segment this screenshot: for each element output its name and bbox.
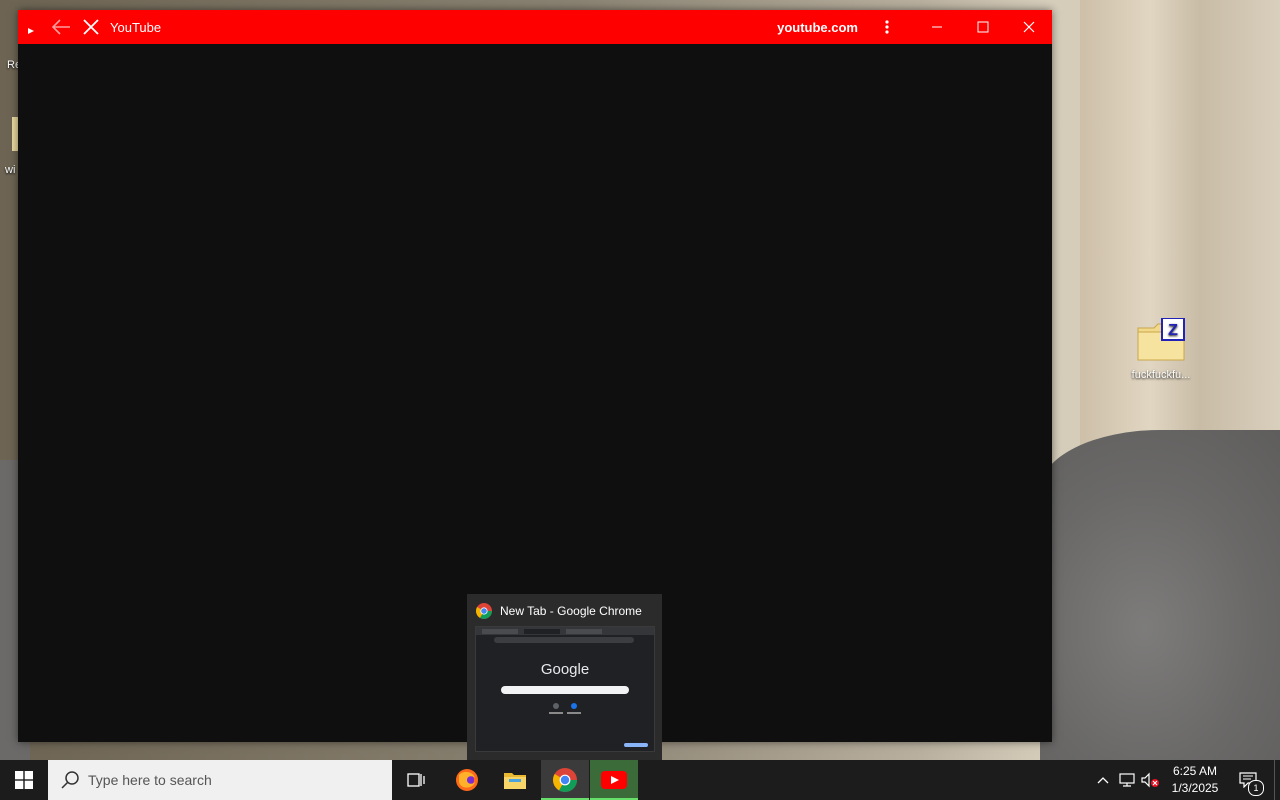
clock-date: 1/3/2025 (1171, 781, 1219, 795)
minimize-icon (932, 26, 942, 28)
volume-muted-icon (1141, 772, 1159, 788)
firefox-icon (456, 769, 478, 791)
show-desktop-button[interactable] (1274, 760, 1280, 800)
thumbnail-omnibox (494, 637, 634, 643)
chevron-up-icon (1097, 777, 1109, 784)
thumbnail-shortcut-label (549, 712, 563, 714)
chrome-icon (476, 603, 492, 624)
task-view-icon (407, 773, 425, 787)
close-icon (1023, 21, 1035, 33)
window-title: YouTube (110, 20, 162, 35)
network-icon (1119, 773, 1135, 787)
file-explorer-icon (504, 773, 526, 789)
preview-title: New Tab - Google Chrome (500, 604, 642, 618)
thumbnail-tab (482, 629, 518, 634)
task-view-button[interactable] (392, 760, 440, 800)
preview-thumbnail: Google (475, 626, 655, 752)
desktop-icon-label: fuckfuckfu... (1131, 369, 1191, 381)
window-title-bar[interactable]: YouTube youtube.com (18, 10, 1052, 44)
windows-icon (15, 771, 33, 789)
thumbnail-tab-strip (476, 627, 654, 635)
search-icon (60, 770, 80, 795)
show-hidden-icons-button[interactable] (1092, 760, 1114, 800)
thumbnail-search-box (501, 686, 629, 694)
firefox-taskbar-button[interactable] (443, 760, 491, 800)
more-options-icon[interactable] (880, 18, 894, 36)
youtube-logo-icon (27, 22, 35, 34)
file-explorer-taskbar-button[interactable] (491, 760, 539, 800)
thumbnail-shortcut (553, 703, 559, 709)
window-url: youtube.com (777, 20, 858, 35)
maximize-button[interactable] (960, 10, 1006, 44)
start-button[interactable] (0, 760, 48, 800)
back-arrow-icon[interactable] (50, 18, 72, 36)
thumbnail-tab (524, 629, 560, 634)
desktop-icon-label-partial[interactable]: wi (5, 164, 15, 176)
wallpaper-sofa (1040, 430, 1280, 760)
chrome-taskbar-button[interactable] (541, 760, 589, 800)
taskbar-search-box[interactable]: Type here to search (48, 760, 392, 800)
chrome-taskbar-preview[interactable]: New Tab - Google Chrome Google (467, 594, 662, 760)
desktop-icon-zip-folder[interactable]: Z fuckfuckfu... (1121, 317, 1201, 381)
youtube-taskbar-button[interactable] (590, 760, 638, 800)
action-center-button[interactable]: 1 (1232, 760, 1264, 800)
thumbnail-shortcut (571, 703, 577, 709)
chrome-icon (553, 768, 577, 792)
thumbnail-customize-button (624, 743, 648, 747)
zip-folder-icon: Z (1121, 317, 1201, 365)
close-window-button[interactable] (1006, 10, 1052, 44)
clock-time: 6:25 AM (1172, 764, 1218, 778)
volume-button[interactable] (1139, 760, 1161, 800)
thumbnail-tab (566, 629, 602, 634)
minimize-button[interactable] (914, 10, 960, 44)
taskbar-clock[interactable]: 6:25 AM 1/3/2025 (1160, 763, 1230, 797)
thumbnail-shortcut-label (567, 712, 581, 714)
thumbnail-google-logo: Google (540, 661, 590, 678)
svg-text:Z: Z (1168, 322, 1178, 339)
taskbar: Type here to search 6:25 AM 1/3/2025 1 (0, 760, 1280, 800)
search-placeholder: Type here to search (88, 772, 212, 788)
maximize-icon (977, 21, 989, 33)
notification-count-badge: 1 (1248, 780, 1264, 796)
youtube-icon (601, 771, 627, 789)
network-button[interactable] (1116, 760, 1138, 800)
close-page-icon[interactable] (82, 18, 100, 36)
